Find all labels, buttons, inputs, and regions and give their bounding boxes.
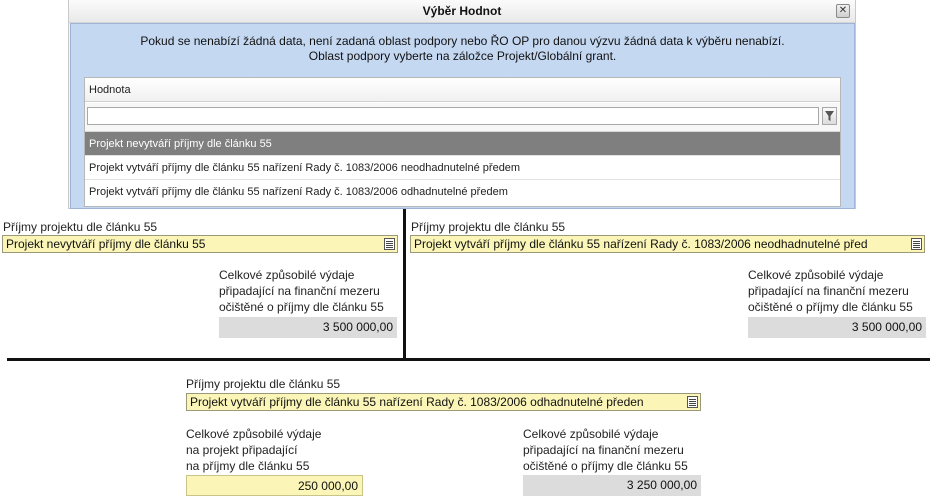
eligible-costs-label-line: Celkové způsobilé výdaje xyxy=(523,427,659,441)
eligible-costs-value: 3 500 000,00 xyxy=(748,317,926,338)
eligible-costs-label-line: připadající na finanční mezeru xyxy=(748,284,909,298)
eligible-costs-label-line: Celkové způsobilé výdaje xyxy=(219,268,355,282)
revenue-type-combo[interactable]: Projekt vytváří příjmy dle článku 55 nař… xyxy=(410,235,925,253)
list-icon[interactable] xyxy=(911,238,922,250)
eligible-costs-value: 3 500 000,00 xyxy=(219,317,397,338)
column-header-hodnota[interactable]: Hodnota xyxy=(85,78,840,102)
revenue-costs-label-line: na projekt připadající xyxy=(186,443,298,457)
eligible-costs-label-line: připadající na finanční mezeru xyxy=(523,443,684,457)
revenue-type-label: Příjmy projektu dle článku 55 xyxy=(411,220,566,234)
horizontal-divider xyxy=(7,358,930,361)
dialog-body: Pokud se nenabízí žádná data, není zadan… xyxy=(70,23,855,209)
eligible-costs-value: 3 250 000,00 xyxy=(523,475,701,496)
revenue-type-label: Příjmy projektu dle článku 55 xyxy=(186,377,341,391)
eligible-costs-label: Celkové způsobilé výdaje připadající na … xyxy=(219,268,404,314)
filter-row xyxy=(85,103,840,132)
revenue-type-combo[interactable]: Projekt vytváří příjmy dle článku 55 nař… xyxy=(186,393,701,411)
combo-value: Projekt vytváří příjmy dle článku 55 nař… xyxy=(414,237,868,251)
eligible-costs-label-line: očištěné o příjmy dle článku 55 xyxy=(219,300,384,314)
revenue-costs-input[interactable]: 250 000,00 xyxy=(186,475,363,496)
values-grid: Hodnota Projekt nevytváří příjmy dle člá… xyxy=(84,77,841,207)
eligible-costs-label-line: připadající na finanční mezeru xyxy=(219,284,380,298)
value-selection-dialog: Výběr Hodnot ✕ Pokud se nenabízí žádná d… xyxy=(68,0,856,209)
eligible-costs-label: Celkové způsobilé výdaje připadající na … xyxy=(523,427,723,473)
dialog-title: Výběr Hodnot xyxy=(69,0,855,23)
combo-value: Projekt vytváří příjmy dle článku 55 nař… xyxy=(190,395,644,409)
close-icon[interactable]: ✕ xyxy=(836,4,850,18)
info-line-1: Pokud se nenabízí žádná data, není zadan… xyxy=(140,34,785,48)
list-icon[interactable] xyxy=(687,396,698,408)
filter-input[interactable] xyxy=(87,107,819,125)
eligible-costs-label-line: očištěné o příjmy dle článku 55 xyxy=(748,300,913,314)
eligible-costs-label: Celkové způsobilé výdaje připadající na … xyxy=(748,268,930,314)
revenue-costs-label-line: na příjmy dle článku 55 xyxy=(186,459,310,473)
info-line-2: Oblast podpory vyberte na záložce Projek… xyxy=(308,49,617,63)
list-item-selected[interactable]: Projekt nevytváří příjmy dle článku 55 xyxy=(85,132,840,156)
filter-button[interactable] xyxy=(822,107,837,125)
list-icon[interactable] xyxy=(384,238,395,250)
info-message: Pokud se nenabízí žádná data, není zadan… xyxy=(71,34,854,64)
combo-value: Projekt nevytváří příjmy dle článku 55 xyxy=(6,237,206,251)
revenue-type-combo[interactable]: Projekt nevytváří příjmy dle článku 55 xyxy=(2,235,398,253)
list-item[interactable]: Projekt vytváří příjmy dle článku 55 nař… xyxy=(85,156,840,180)
revenue-costs-label: Celkové způsobilé výdaje na projekt přip… xyxy=(186,427,386,473)
revenue-costs-label-line: Celkové způsobilé výdaje xyxy=(186,427,322,441)
filter-icon xyxy=(825,111,834,121)
list-item[interactable]: Projekt vytváří příjmy dle článku 55 nař… xyxy=(85,180,840,204)
revenue-type-label: Příjmy projektu dle článku 55 xyxy=(3,220,158,234)
eligible-costs-label-line: Celkové způsobilé výdaje xyxy=(748,268,884,282)
eligible-costs-label-line: očištěné o příjmy dle článku 55 xyxy=(523,459,688,473)
